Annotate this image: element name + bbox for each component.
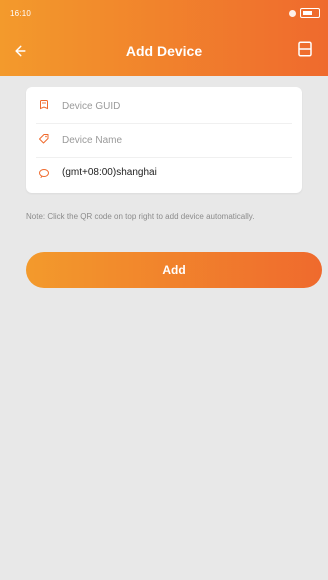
document-icon: [37, 98, 51, 112]
status-bar: 16:10: [0, 0, 328, 26]
status-time: 16:10: [10, 9, 32, 18]
timezone-icon: [37, 166, 51, 180]
app-bar: Add Device: [0, 26, 328, 76]
device-name-input[interactable]: [62, 131, 288, 149]
qr-code-button[interactable]: [292, 36, 318, 62]
qr-code-icon: [296, 40, 314, 58]
add-device-button[interactable]: Add: [26, 252, 322, 288]
page-title: Add Device: [125, 43, 203, 59]
device-guid-input[interactable]: [62, 97, 288, 115]
top-header: 16:10 Add Device: [0, 0, 328, 76]
battery-icon: [300, 8, 320, 18]
device-name-row[interactable]: [26, 123, 302, 157]
device-form-card: (gmt+08:00)shanghai: [26, 87, 302, 193]
tag-icon: [37, 132, 51, 146]
timezone-row[interactable]: (gmt+08:00)shanghai: [26, 157, 302, 191]
timezone-value[interactable]: (gmt+08:00)shanghai: [62, 167, 157, 178]
device-guid-row[interactable]: [26, 89, 302, 123]
qr-help-note: Note: Click the QR code on top right to …: [26, 212, 255, 221]
signal-dot-icon: [289, 9, 296, 17]
status-icons: [289, 8, 320, 18]
